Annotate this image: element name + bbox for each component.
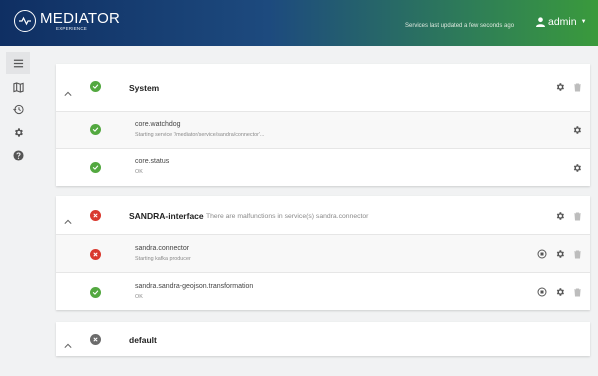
gear-icon[interactable] (555, 211, 565, 221)
gear-icon[interactable] (555, 249, 565, 259)
map-icon[interactable] (10, 79, 26, 95)
logo-title: MEDIATOR (40, 9, 121, 27)
status-error-icon (90, 249, 101, 260)
help-icon[interactable] (10, 147, 26, 163)
menu-icon[interactable] (6, 52, 30, 74)
user-icon (536, 17, 545, 27)
collapse-chevron-icon[interactable] (64, 84, 74, 94)
service-row[interactable]: core.status OK (56, 149, 590, 186)
status-unknown-icon (90, 334, 101, 345)
app-header: MEDIATOR EXPERIENCE Services last update… (0, 0, 598, 46)
trash-icon[interactable] (572, 287, 582, 297)
logo-mark-icon (14, 10, 36, 32)
service-name: core.watchdog (135, 121, 181, 128)
last-updated-text: Services last updated a few seconds ago (405, 23, 515, 29)
group-title: default (129, 335, 157, 345)
service-group-default: default (56, 322, 590, 356)
service-message: OK (135, 169, 143, 175)
status-ok-icon (90, 81, 101, 92)
service-row[interactable]: core.watchdog Starting service '/mediato… (56, 112, 590, 148)
sidebar (0, 46, 36, 376)
gear-icon[interactable] (572, 163, 582, 173)
logo-subtitle: EXPERIENCE (56, 25, 88, 31)
trash-icon[interactable] (572, 249, 582, 259)
settings-gear-icon[interactable] (10, 124, 26, 140)
stop-icon[interactable] (537, 249, 547, 259)
service-row[interactable]: sandra.connector Starting kafka producer (56, 235, 590, 272)
gear-icon[interactable] (555, 82, 565, 92)
collapse-chevron-icon[interactable] (64, 212, 74, 222)
history-icon[interactable] (10, 101, 26, 117)
status-error-icon (90, 210, 101, 221)
service-group-sandra-interface: SANDRA-interface There are malfunctions … (56, 196, 590, 310)
service-group-system: System core.watchdog Starting service '/… (56, 64, 590, 186)
service-message: Starting service '/mediator/service/sand… (135, 132, 265, 138)
stop-icon[interactable] (537, 287, 547, 297)
app-logo[interactable]: MEDIATOR EXPERIENCE (14, 10, 120, 32)
user-menu[interactable]: admin ▼ (536, 16, 587, 28)
group-header[interactable]: default (56, 322, 590, 356)
service-name: core.status (135, 158, 170, 165)
status-ok-icon (90, 162, 101, 173)
service-message: OK (135, 294, 143, 300)
service-name: sandra.sandra-geojson.transformation (135, 283, 254, 290)
user-name: admin (548, 16, 577, 28)
group-title: System (129, 83, 160, 93)
gear-icon[interactable] (555, 287, 565, 297)
service-message: Starting kafka producer (135, 256, 191, 262)
service-row[interactable]: sandra.sandra-geojson.transformation OK (56, 273, 590, 310)
collapse-chevron-icon[interactable] (64, 336, 74, 346)
service-name: sandra.connector (135, 245, 190, 252)
gear-icon[interactable] (572, 125, 582, 135)
status-ok-icon (90, 124, 101, 135)
status-ok-icon (90, 287, 101, 298)
group-warning-note: There are malfunctions in service(s) san… (206, 213, 369, 220)
trash-icon[interactable] (572, 82, 582, 92)
group-title: SANDRA-interface (129, 211, 204, 221)
group-header[interactable]: SANDRA-interface There are malfunctions … (56, 196, 590, 234)
group-header[interactable]: System (56, 64, 590, 111)
trash-icon[interactable] (572, 211, 582, 221)
caret-down-icon: ▼ (580, 19, 587, 25)
